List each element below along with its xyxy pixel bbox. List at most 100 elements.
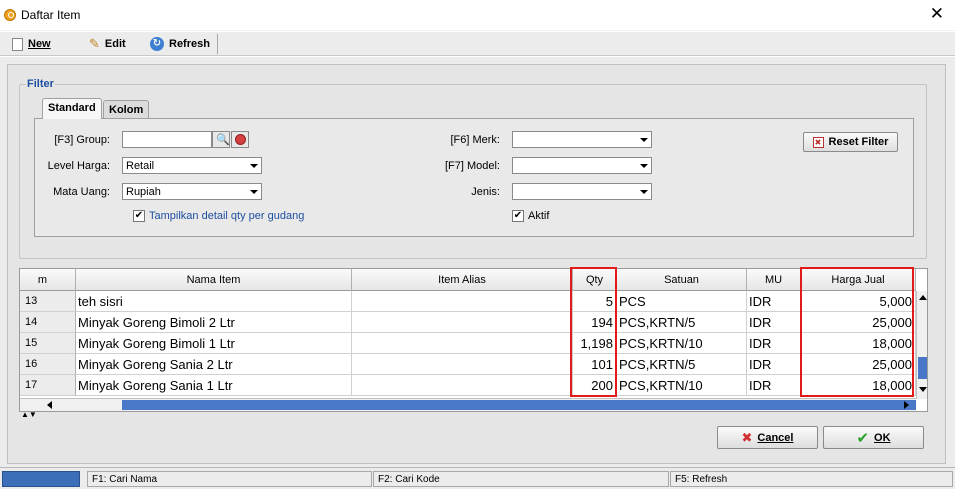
merk-select[interactable] xyxy=(512,131,652,148)
cell-item-alias[interactable] xyxy=(352,333,573,354)
window-title: Daftar Item xyxy=(21,8,81,22)
table-row[interactable]: 15 Minyak Goreng Bimoli 1 Ltr 1,198 PCS,… xyxy=(20,333,916,354)
cell-harga-jual[interactable]: 5,000 xyxy=(801,291,916,312)
col-header-harga-jual[interactable]: Harga Jual xyxy=(801,269,916,291)
cell-item-alias[interactable] xyxy=(352,291,573,312)
cell-mu[interactable]: IDR xyxy=(747,333,801,354)
cell-mu[interactable]: IDR xyxy=(747,312,801,333)
group-clear-button[interactable] xyxy=(231,131,249,148)
cell-nama-item[interactable]: Minyak Goreng Bimoli 1 Ltr xyxy=(76,333,352,354)
toolbar-separator xyxy=(217,34,218,54)
horizontal-scrollbar[interactable] xyxy=(20,398,916,411)
chevron-down-icon xyxy=(640,164,648,168)
edit-button[interactable]: ✎ Edit xyxy=(89,35,126,53)
new-button[interactable]: New xyxy=(12,35,51,53)
cell-qty[interactable]: 1,198 xyxy=(573,333,617,354)
refresh-button[interactable]: ↻ Refresh xyxy=(150,35,210,53)
col-header-item-alias[interactable]: Item Alias xyxy=(352,269,573,291)
detail-qty-label: Tampilkan detail qty per gudang xyxy=(149,210,305,222)
jenis-label: Jenis: xyxy=(471,186,500,198)
scroll-right-arrow-icon[interactable] xyxy=(904,401,909,409)
cell-harga-jual[interactable]: 25,000 xyxy=(801,354,916,375)
row-number: 14 xyxy=(20,312,76,333)
mata-uang-label: Mata Uang: xyxy=(53,186,110,198)
col-header-satuan[interactable]: Satuan xyxy=(617,269,747,291)
reset-filter-button[interactable]: ✖ Reset Filter xyxy=(803,132,898,152)
col-header-no[interactable]: m xyxy=(20,269,76,291)
cell-nama-item[interactable]: Minyak Goreng Sania 2 Ltr xyxy=(76,354,352,375)
row-number: 13 xyxy=(20,291,76,312)
app-icon xyxy=(4,9,16,21)
cell-satuan[interactable]: PCS xyxy=(617,291,747,312)
table-row[interactable]: 13 teh sisri 5 PCS IDR 5,000 xyxy=(20,291,916,312)
scroll-left-arrow-icon[interactable] xyxy=(47,401,52,409)
group-search-button[interactable]: 🔍 xyxy=(212,131,230,148)
cell-mu[interactable]: IDR xyxy=(747,354,801,375)
merk-label: [F6] Merk: xyxy=(450,134,500,146)
close-icon[interactable]: ✕ xyxy=(930,4,944,24)
level-harga-label: Level Harga: xyxy=(47,160,110,172)
mata-uang-select[interactable]: Rupiah xyxy=(122,183,262,200)
aktif-label: Aktif xyxy=(528,210,550,222)
cell-qty[interactable]: 194 xyxy=(573,312,617,333)
cell-harga-jual[interactable]: 25,000 xyxy=(801,312,916,333)
chevron-down-icon xyxy=(640,138,648,142)
chevron-down-icon xyxy=(250,164,258,168)
edit-button-label: Edit xyxy=(104,38,126,50)
cell-satuan[interactable]: PCS,KRTN/5 xyxy=(617,312,747,333)
model-select[interactable] xyxy=(512,157,652,174)
cell-nama-item[interactable]: Minyak Goreng Bimoli 2 Ltr xyxy=(76,312,352,333)
group-input[interactable] xyxy=(122,131,212,148)
chevron-down-icon xyxy=(640,190,648,194)
cell-harga-jual[interactable]: 18,000 xyxy=(801,375,916,396)
cell-satuan[interactable]: PCS,KRTN/5 xyxy=(617,354,747,375)
cancel-button[interactable]: ✖ Cancel xyxy=(717,426,818,449)
toolbar: New ✎ Edit ↻ Refresh xyxy=(0,32,955,56)
cell-mu[interactable]: IDR xyxy=(747,291,801,312)
vertical-scroll-thumb[interactable] xyxy=(918,357,927,379)
grid-collapse-toggle-icon[interactable]: ▲▼ xyxy=(21,410,37,419)
cell-nama-item[interactable]: teh sisri xyxy=(76,291,352,312)
new-document-icon xyxy=(12,37,23,51)
row-number: 15 xyxy=(20,333,76,354)
magnifier-icon: 🔍 xyxy=(216,134,230,146)
cell-nama-item[interactable]: Minyak Goreng Sania 1 Ltr xyxy=(76,375,352,396)
status-f1: F1: Cari Nama xyxy=(87,471,372,487)
cell-item-alias[interactable] xyxy=(352,375,573,396)
cell-satuan[interactable]: PCS,KRTN/10 xyxy=(617,333,747,354)
col-header-nama-item[interactable]: Nama Item xyxy=(76,269,352,291)
cell-item-alias[interactable] xyxy=(352,312,573,333)
col-header-qty[interactable]: Qty xyxy=(573,269,617,291)
refresh-button-label: Refresh xyxy=(169,38,210,50)
cell-qty[interactable]: 5 xyxy=(573,291,617,312)
cell-qty[interactable]: 101 xyxy=(573,354,617,375)
scroll-up-arrow-icon[interactable] xyxy=(919,295,927,300)
ok-button-label: OK xyxy=(874,431,891,444)
jenis-select[interactable] xyxy=(512,183,652,200)
tab-kolom[interactable]: Kolom xyxy=(103,100,150,118)
cell-satuan[interactable]: PCS,KRTN/10 xyxy=(617,375,747,396)
table-row[interactable]: 16 Minyak Goreng Sania 2 Ltr 101 PCS,KRT… xyxy=(20,354,916,375)
model-label: [F7] Model: xyxy=(444,160,500,172)
ok-button[interactable]: ✔ OK xyxy=(823,426,924,449)
table-row[interactable]: 17 Minyak Goreng Sania 1 Ltr 200 PCS,KRT… xyxy=(20,375,916,396)
ok-check-icon: ✔ xyxy=(856,429,870,447)
detail-qty-checkbox[interactable]: ✔ xyxy=(133,210,145,222)
horizontal-scroll-thumb[interactable] xyxy=(122,400,916,410)
cell-item-alias[interactable] xyxy=(352,354,573,375)
cell-qty[interactable]: 200 xyxy=(573,375,617,396)
vertical-scrollbar[interactable] xyxy=(916,291,927,399)
chevron-down-icon xyxy=(250,190,258,194)
col-header-mu[interactable]: MU xyxy=(747,269,801,291)
group-label: [F3] Group: xyxy=(54,134,110,146)
table-row[interactable]: 14 Minyak Goreng Bimoli 2 Ltr 194 PCS,KR… xyxy=(20,312,916,333)
cell-harga-jual[interactable]: 18,000 xyxy=(801,333,916,354)
level-harga-select[interactable]: Retail xyxy=(122,157,262,174)
item-grid: m Nama Item Item Alias Qty Satuan MU Har… xyxy=(19,268,928,412)
cell-mu[interactable]: IDR xyxy=(747,375,801,396)
reset-filter-label: Reset Filter xyxy=(828,136,889,148)
tab-standard[interactable]: Standard xyxy=(42,98,102,119)
aktif-checkbox[interactable]: ✔ xyxy=(512,210,524,222)
scroll-down-arrow-icon[interactable] xyxy=(919,387,927,392)
mata-uang-value: Rupiah xyxy=(126,186,161,198)
